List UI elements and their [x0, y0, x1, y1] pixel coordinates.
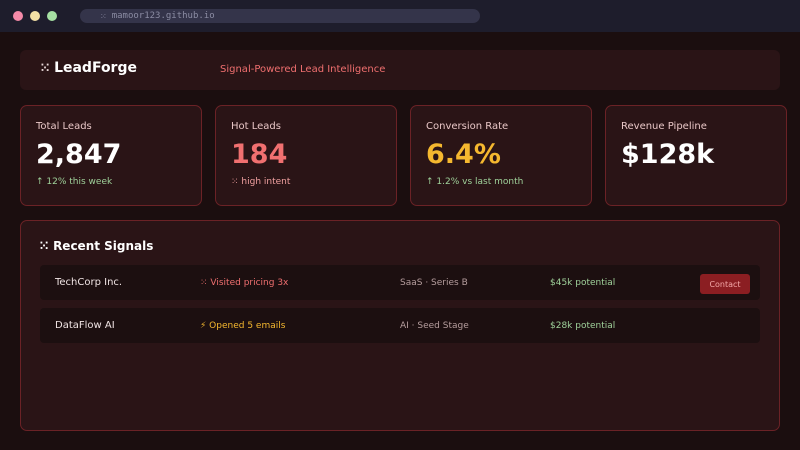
- company-name: TechCorp Inc.: [55, 277, 123, 288]
- company-segment: SaaS · Series B: [400, 278, 468, 288]
- stat-value: $128k: [621, 139, 715, 170]
- recent-signals-title: ⁙ Recent Signals: [39, 239, 153, 253]
- stat-label: Hot Leads: [231, 121, 281, 132]
- signal-text: ⁙ Visited pricing 3x: [200, 278, 289, 288]
- recent-signals-heading: Recent Signals: [53, 239, 154, 253]
- stat-label: Total Leads: [36, 121, 92, 132]
- close-window-dot[interactable]: [13, 11, 23, 21]
- stat-card-hot-leads: Hot Leads 184 ⁙ high intent: [215, 105, 397, 206]
- signal-row[interactable]: TechCorp Inc. ⁙ Visited pricing 3x SaaS …: [40, 265, 760, 300]
- address-bar-url: mamoor123.github.io: [111, 11, 215, 21]
- stat-value: 184: [231, 139, 288, 170]
- contact-button[interactable]: Contact: [700, 274, 750, 294]
- tagline: Signal-Powered Lead Intelligence: [220, 64, 386, 75]
- recent-signals-panel: ⁙ Recent Signals TechCorp Inc. ⁙ Visited…: [20, 220, 780, 431]
- company-segment: AI · Seed Stage: [400, 321, 469, 331]
- stat-subtext: ⁙ high intent: [231, 177, 291, 187]
- stat-card-total-leads: Total Leads 2,847 ↑ 12% this week: [20, 105, 202, 206]
- signal-row[interactable]: DataFlow AI ⚡ Opened 5 emails AI · Seed …: [40, 308, 760, 343]
- page-content: ⁙ LeadForge Signal-Powered Lead Intellig…: [0, 32, 800, 450]
- company-name: DataFlow AI: [55, 320, 115, 331]
- signal-text: ⚡ Opened 5 emails: [200, 321, 286, 331]
- logo-icon: ⁙: [40, 61, 51, 75]
- stat-subtext: ↑ 1.2% vs last month: [426, 177, 524, 187]
- address-bar[interactable]: ⁙ mamoor123.github.io: [80, 9, 480, 23]
- signals-icon: ⁙: [39, 239, 50, 253]
- deal-potential: $45k potential: [550, 278, 616, 288]
- browser-titlebar: ⁙ mamoor123.github.io: [0, 0, 800, 32]
- minimize-window-dot[interactable]: [30, 11, 40, 21]
- brand-name: LeadForge: [54, 60, 137, 76]
- stat-card-revenue-pipeline: Revenue Pipeline $128k: [605, 105, 787, 206]
- stat-card-conversion-rate: Conversion Rate 6.4% ↑ 1.2% vs last mont…: [410, 105, 592, 206]
- stat-label: Conversion Rate: [426, 121, 509, 132]
- stat-subtext: ↑ 12% this week: [36, 177, 113, 187]
- deal-potential: $28k potential: [550, 321, 616, 331]
- brand-logo[interactable]: ⁙ LeadForge: [40, 60, 137, 76]
- lock-icon: ⁙: [100, 11, 107, 21]
- stat-label: Revenue Pipeline: [621, 121, 707, 132]
- stat-value: 2,847: [36, 139, 122, 170]
- maximize-window-dot[interactable]: [47, 11, 57, 21]
- stat-value: 6.4%: [426, 139, 501, 170]
- app-header: ⁙ LeadForge Signal-Powered Lead Intellig…: [20, 50, 780, 90]
